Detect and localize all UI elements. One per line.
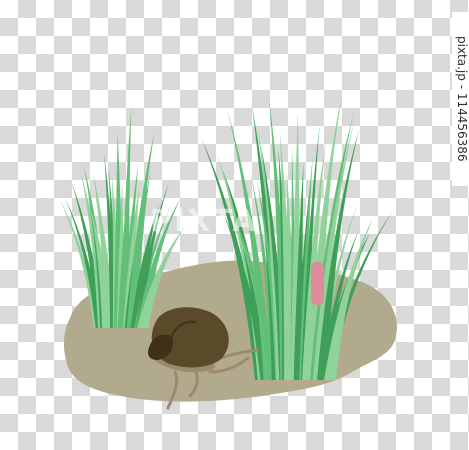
stock-credit-label: pixta.jp - 114456386 xyxy=(452,12,469,186)
watermark-text: PIXTA xyxy=(150,204,258,239)
image-canvas: PIXTA pixta.jp - 114456386 xyxy=(0,0,469,450)
apple-snail-egg-mass xyxy=(311,262,324,305)
